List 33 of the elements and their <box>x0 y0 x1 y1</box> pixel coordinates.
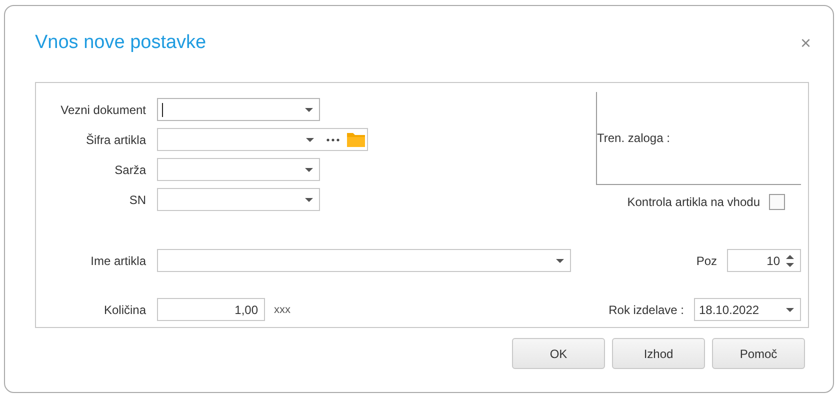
field-label: Šifra artikla <box>84 132 146 146</box>
dropdown-arrow-icon[interactable] <box>786 308 794 312</box>
dropdown-arrow-icon[interactable] <box>305 168 313 172</box>
close-button[interactable]: × <box>800 32 811 54</box>
dialog-button[interactable]: OK <box>512 338 605 369</box>
dropdown-arrow-icon[interactable] <box>305 108 313 112</box>
date-field[interactable]: 18.10.2022 <box>694 298 801 321</box>
more-icon[interactable] <box>326 138 340 142</box>
spin-field[interactable]: 10 <box>727 249 801 272</box>
checkbox[interactable] <box>769 194 785 210</box>
dialog-button[interactable]: Izhod <box>612 338 705 369</box>
unit-label: xxx <box>274 304 290 316</box>
field-label: Količina <box>102 302 146 316</box>
field-label: Ime artikla <box>90 254 146 268</box>
combo-field[interactable] <box>157 249 571 272</box>
dropdown-arrow-icon[interactable] <box>306 138 314 142</box>
field-label: SN <box>128 192 146 206</box>
dropdown-arrow-icon[interactable] <box>305 198 313 202</box>
dialog-button[interactable]: Pomoč <box>712 338 805 369</box>
combo-field[interactable] <box>157 128 368 151</box>
combo-field[interactable] <box>157 188 320 211</box>
field-label: Sarža <box>114 162 146 176</box>
stock-label: Tren. zaloga : <box>597 131 670 145</box>
check-label: Kontrola artikla na vhodu <box>627 195 760 209</box>
field-label: Poz <box>696 254 717 268</box>
combo-field[interactable] <box>157 158 320 181</box>
field-label: Vezni dokument <box>60 102 146 116</box>
field-label: Rok izdelave : <box>608 302 684 316</box>
dropdown-arrow-icon[interactable] <box>556 258 564 262</box>
quantity-field[interactable]: 1,00 <box>157 298 265 321</box>
combo-field[interactable] <box>157 98 320 121</box>
dialog-title: Vnos nove postavke <box>35 32 206 54</box>
spinner-arrows-icon[interactable] <box>786 254 794 268</box>
